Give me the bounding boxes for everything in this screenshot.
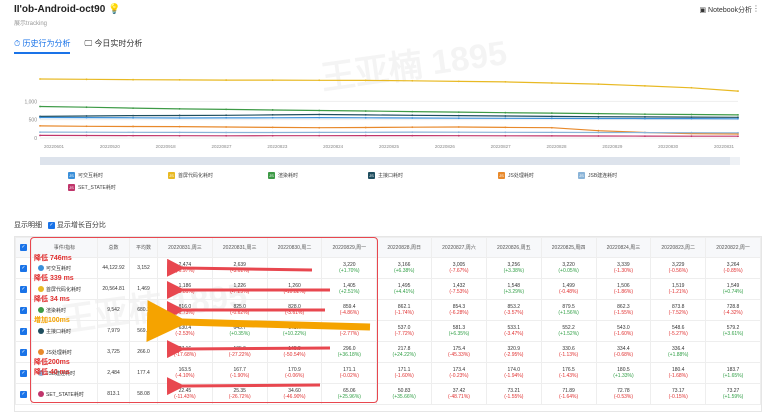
annotation-arrow [166,377,321,396]
annotation-arrow [146,300,371,343]
annotation-arrow [166,258,313,277]
annotation-arrow [166,340,331,359]
annotation-arrows [146,258,371,396]
